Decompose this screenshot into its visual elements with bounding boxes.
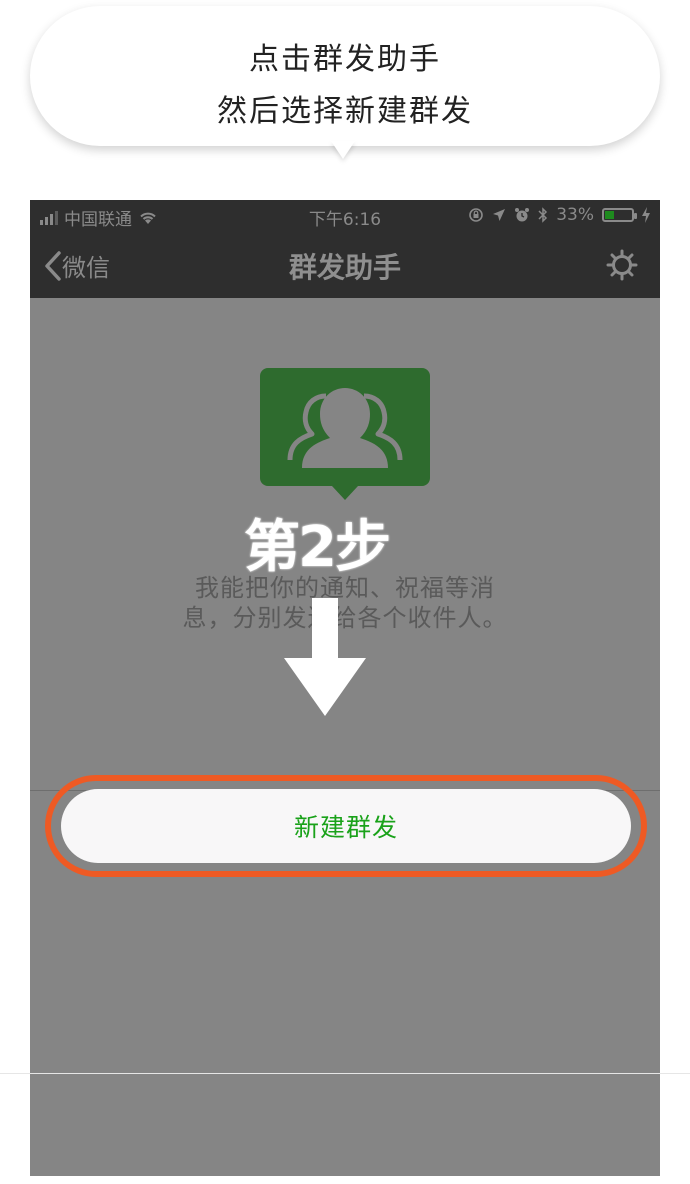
orientation-lock-icon <box>469 208 484 222</box>
phone-screen: 中国联通 下午6:16 33% 微信 群发助手 我能把你的通知、祝福等消 息，分… <box>30 200 660 1176</box>
instruction-line-1: 点击群发助手 <box>249 42 441 77</box>
battery-icon <box>602 208 637 222</box>
instruction-line-2: 然后选择新建群发 <box>217 94 473 129</box>
navigation-bar: 微信 群发助手 <box>30 232 660 298</box>
gear-icon[interactable] <box>606 249 638 281</box>
page-title: 群发助手 <box>288 251 401 284</box>
alarm-icon <box>515 208 530 222</box>
instruction-bubble: 点击群发助手 然后选择新建群发 <box>30 6 660 146</box>
status-right: 33% <box>468 205 650 225</box>
arrow-down-icon <box>284 598 366 716</box>
step-label: 第2步 <box>244 515 391 580</box>
new-broadcast-button[interactable]: 新建群发 <box>61 789 631 863</box>
battery-percent: 33% <box>556 205 594 225</box>
battery-fill <box>605 211 615 219</box>
group-message-icon <box>260 368 430 500</box>
highlight-ring: 新建群发 <box>45 775 647 877</box>
bottom-rule <box>0 1073 690 1074</box>
charging-icon <box>642 207 650 223</box>
location-icon <box>493 209 506 221</box>
status-bar: 中国联通 下午6:16 33% <box>30 200 660 232</box>
bluetooth-icon <box>538 207 548 223</box>
bubble-tail <box>331 141 355 159</box>
